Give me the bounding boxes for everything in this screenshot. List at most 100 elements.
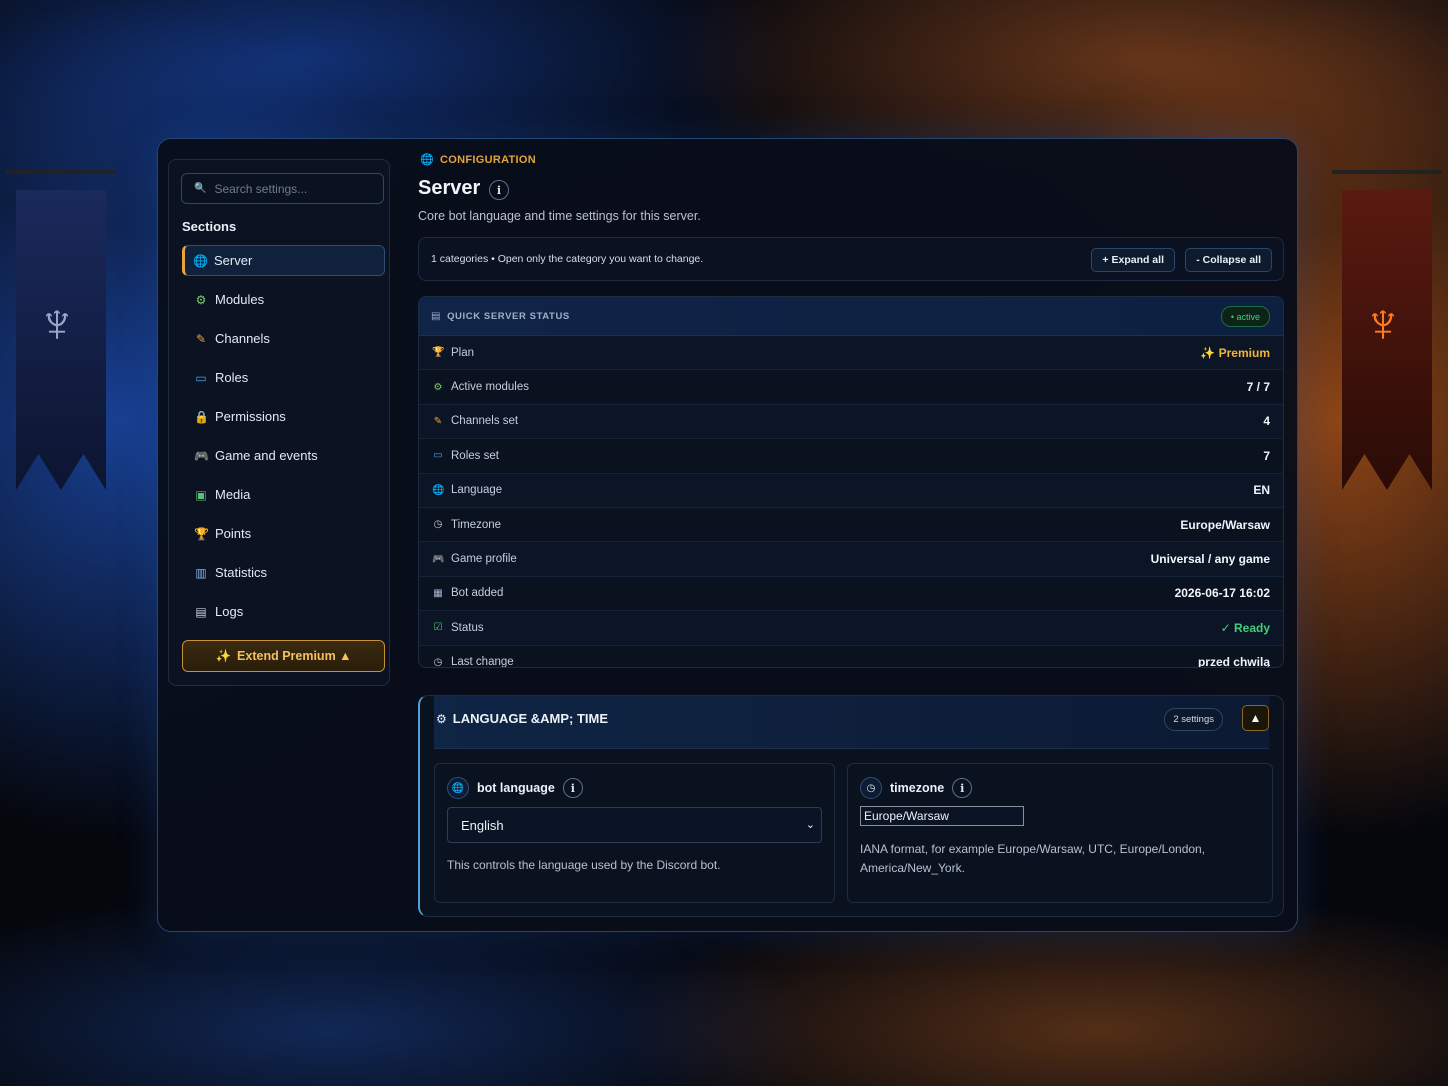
gamepad-icon: 🎮: [432, 553, 445, 565]
sidebar-nav: 🌐 Server ⚙ Modules ✎ Channels ▭ Roles 🔒 …: [182, 245, 385, 635]
sidebar-item-label: Logs: [215, 604, 244, 619]
id-card-icon: ▭: [195, 370, 207, 385]
expand-all-button[interactable]: + Expand all: [1091, 248, 1175, 272]
search-box[interactable]: 🔍: [181, 173, 384, 204]
globe-icon: 🌐: [193, 253, 208, 268]
category-toolbar: 1 categories • Open only the category yo…: [418, 237, 1284, 281]
clock-icon: ◷: [860, 777, 882, 799]
trophy-icon: 🏆: [432, 347, 445, 359]
search-input[interactable]: [212, 180, 383, 197]
status-row-language: 🌐 Language EN: [419, 473, 1283, 508]
bot-language-select[interactable]: English ⌄: [447, 807, 822, 843]
language-time-card: ⚙ LANGUAGE &AMP; TIME 2 settings ▲ 🌐 bot…: [418, 695, 1284, 917]
right-banner-image: ♆: [1332, 170, 1442, 550]
status-value: EN: [1253, 483, 1270, 498]
globe-icon: 🌐: [447, 777, 469, 799]
extend-premium-label: Extend Premium ▲: [237, 649, 352, 663]
status-value: 2026-06-17 16:02: [1174, 586, 1270, 601]
status-label: Roles set: [451, 449, 499, 462]
sidebar-item-channels[interactable]: ✎ Channels: [182, 323, 385, 354]
sidebar-item-game-and-events[interactable]: 🎮 Game and events: [182, 440, 385, 471]
sidebar-item-statistics[interactable]: ▥ Statistics: [182, 557, 385, 588]
timezone-label: timezone: [890, 781, 945, 795]
page-subtitle: Core bot language and time settings for …: [418, 209, 701, 223]
sidebar-item-roles[interactable]: ▭ Roles: [182, 362, 385, 393]
sections-heading: Sections: [182, 219, 237, 234]
sidebar-item-logs[interactable]: ▤ Logs: [182, 596, 385, 627]
sidebar-item-media[interactable]: ▣ Media: [182, 479, 385, 510]
info-icon[interactable]: i: [952, 778, 973, 798]
status-label: Status: [451, 621, 484, 634]
bot-language-label: bot language: [477, 781, 555, 795]
clock-icon: ◷: [433, 519, 443, 531]
sidebar-item-label: Game and events: [215, 448, 318, 463]
timezone-input[interactable]: [860, 806, 1024, 826]
globe-icon: 🌐: [432, 484, 445, 496]
status-row-active-modules: ⚙ Active modules 7 / 7: [419, 370, 1283, 405]
status-label: Last change: [451, 656, 514, 668]
status-value: ✨ Premium: [1200, 345, 1270, 360]
gear-icon: ⚙: [195, 292, 207, 307]
collapse-section-button[interactable]: ▲: [1242, 705, 1269, 731]
section-eyebrow: 🌐 CONFIGURATION: [420, 153, 536, 167]
language-time-header[interactable]: ⚙ LANGUAGE &AMP; TIME 2 settings ▲: [434, 696, 1269, 749]
clipboard-icon: ▤: [431, 310, 442, 322]
id-card-icon: ▭: [433, 450, 443, 462]
timezone-description: IANA format, for example Europe/Warsaw, …: [860, 842, 1206, 875]
status-value: Universal / any game: [1150, 552, 1270, 567]
sidebar-item-label: Points: [215, 526, 252, 541]
settings-count-badge: 2 settings: [1164, 708, 1223, 731]
status-rows: 🏆 Plan ✨ Premium ⚙ Active modules 7 / 7 ✎ C…: [419, 336, 1283, 668]
sidebar-item-points[interactable]: 🏆 Points: [182, 518, 385, 549]
sidebar-item-label: Permissions: [215, 409, 286, 424]
info-icon[interactable]: i: [489, 180, 509, 200]
status-row-plan: 🏆 Plan ✨ Premium: [419, 336, 1283, 371]
chart-icon: ▥: [195, 565, 207, 580]
status-row-game-profile: 🎮 Game profile Universal / any game: [419, 542, 1283, 577]
sparkles-icon: ✨: [215, 648, 232, 663]
gear-icon: ⚙: [436, 711, 447, 726]
status-row-bot-added: ▦ Bot added 2026-06-17 16:02: [419, 577, 1283, 612]
sidebar: 🔍 Sections 🌐 Server ⚙ Modules ✎ Channels…: [168, 159, 390, 686]
status-value: Europe/Warsaw: [1180, 517, 1270, 532]
status-label: Language: [451, 484, 503, 497]
collapse-all-button[interactable]: - Collapse all: [1185, 248, 1272, 272]
status-label: Game profile: [451, 553, 517, 566]
pencil-icon: ✎: [195, 331, 207, 346]
page-title: Server: [418, 177, 481, 199]
chevron-down-icon: ⌄: [805, 819, 815, 831]
status-value: 7: [1263, 448, 1270, 463]
status-label: Timezone: [451, 518, 502, 531]
extend-premium-button[interactable]: ✨ Extend Premium ▲: [182, 640, 385, 672]
info-icon[interactable]: i: [562, 778, 583, 798]
timezone-field: ◷ timezone i IANA format, for example Eu…: [847, 763, 1273, 903]
gear-icon: ⚙: [433, 381, 443, 393]
status-row-roles-set: ▭ Roles set 7: [419, 439, 1283, 474]
image-icon: ▣: [195, 487, 207, 502]
sidebar-item-label: Roles: [215, 370, 249, 385]
status-label: Plan: [451, 346, 475, 359]
category-hint: 1 categories • Open only the category yo…: [431, 253, 704, 265]
status-value: przed chwilą: [1197, 655, 1270, 668]
calendar-icon: ▦: [433, 587, 443, 599]
status-row-timezone: ◷ Timezone Europe/Warsaw: [419, 508, 1283, 543]
status-row-channels-set: ✎ Channels set 4: [419, 404, 1283, 440]
status-header: ▤ QUICK SERVER STATUS • active: [419, 297, 1283, 336]
sidebar-item-label: Statistics: [215, 565, 268, 580]
status-row-status: ☑ Status ✓ Ready: [419, 611, 1283, 646]
sidebar-item-label: Modules: [215, 292, 265, 307]
language-time-title: LANGUAGE &AMP; TIME: [452, 711, 609, 726]
lock-icon: 🔒: [194, 409, 209, 424]
status-label: Channels set: [451, 415, 519, 428]
sidebar-item-permissions[interactable]: 🔒 Permissions: [182, 401, 385, 432]
left-banner-image: ♆: [6, 170, 116, 550]
status-label: Active modules: [451, 381, 529, 394]
sidebar-item-label: Server: [214, 253, 253, 268]
status-value: 7 / 7: [1246, 380, 1270, 395]
trophy-icon: 🏆: [194, 526, 209, 541]
status-label: Bot added: [451, 587, 504, 600]
eyebrow-label: CONFIGURATION: [440, 153, 536, 166]
sidebar-item-modules[interactable]: ⚙ Modules: [182, 284, 385, 315]
sidebar-item-server[interactable]: 🌐 Server: [182, 245, 385, 276]
clock-icon: ◷: [433, 656, 443, 668]
